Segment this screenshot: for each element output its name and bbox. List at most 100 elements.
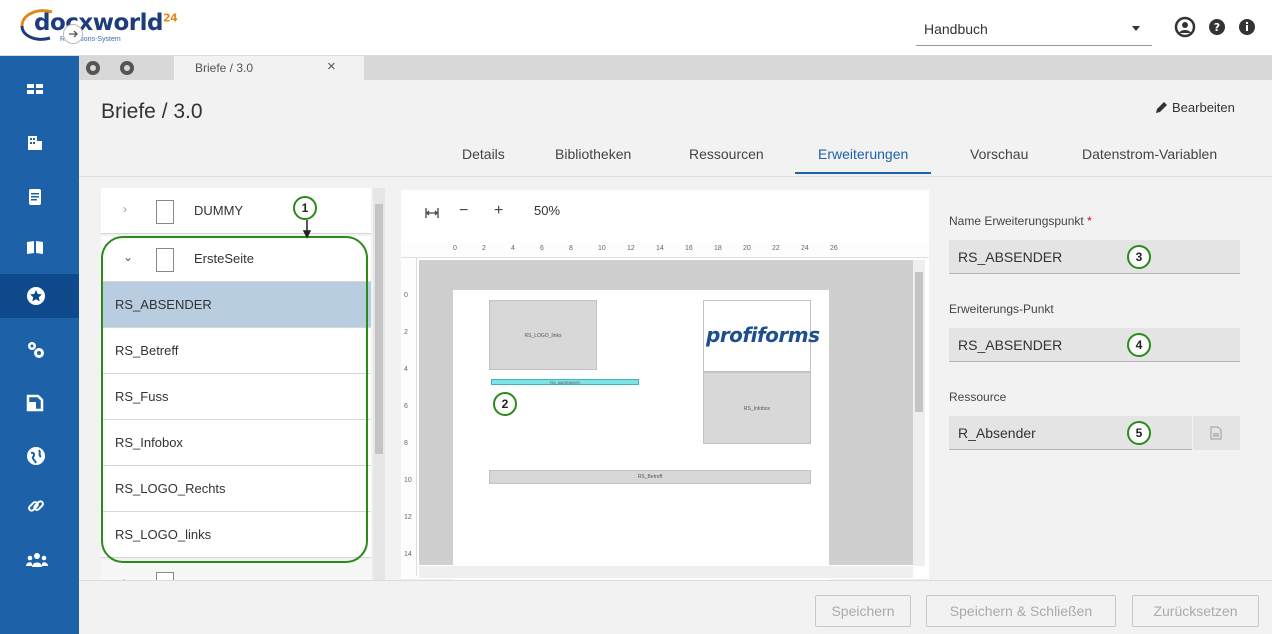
ruler-tick-label: 16 bbox=[685, 245, 693, 252]
fit-width-icon[interactable] bbox=[425, 208, 439, 218]
ruler-tick-label: 4 bbox=[404, 366, 408, 373]
reset-button[interactable]: Zurücksetzen bbox=[1132, 595, 1259, 627]
sidebar-item-globe[interactable] bbox=[0, 434, 79, 478]
ruler-tick-label: 8 bbox=[404, 440, 408, 447]
layout-preview: − + 50% 0 2 4 6 8 10 12 14 16 18 20 22 24 26 0 2 4 6 8 10 1… bbox=[401, 190, 929, 580]
save-and-close-button[interactable]: Speichern & Schließen bbox=[926, 595, 1116, 627]
save-button[interactable]: Speichern bbox=[815, 595, 911, 627]
sidebar-item-link[interactable] bbox=[0, 484, 79, 528]
zoom-out-button[interactable]: − bbox=[459, 202, 468, 220]
tree-scrollbar[interactable] bbox=[373, 188, 385, 581]
manual-select[interactable]: Handbuch bbox=[916, 12, 1152, 46]
resource-picker-button[interactable] bbox=[1193, 416, 1240, 450]
zoom-in-button[interactable]: + bbox=[494, 202, 503, 220]
sidebar-item-settings[interactable] bbox=[0, 328, 79, 372]
zoom-toolbar: − + 50% bbox=[401, 190, 929, 238]
placeholder-rs-logo-links[interactable]: RS_LOGO_links bbox=[489, 300, 597, 370]
ruler-tick-label: 10 bbox=[598, 245, 606, 252]
ruler-tick-label: 22 bbox=[772, 245, 780, 252]
tab-erweiterungen[interactable]: Erweiterungen bbox=[795, 146, 932, 174]
ruler-vertical: 0 2 4 6 8 10 12 14 bbox=[401, 258, 417, 576]
book-icon bbox=[27, 241, 43, 254]
users-icon bbox=[26, 553, 48, 567]
tab-briefe-label: Briefe / 3.0 bbox=[195, 61, 254, 75]
preview-scrollbar-thumb[interactable] bbox=[915, 272, 923, 412]
app-header: docxworld24 Redaktions-System Handbuch ? bbox=[0, 0, 1272, 56]
file-icon bbox=[1210, 426, 1222, 440]
sidebar-item-star[interactable] bbox=[0, 274, 79, 318]
resource-field-value: R_Absender bbox=[958, 425, 1036, 441]
ruler-tick-label: 8 bbox=[569, 245, 573, 252]
ruler-tick-label: 26 bbox=[830, 245, 838, 252]
ruler-tick-label: 0 bbox=[404, 292, 408, 299]
building-icon bbox=[28, 136, 42, 150]
dashboard-icon bbox=[27, 84, 43, 94]
ruler-tick-label: 0 bbox=[453, 245, 457, 252]
sidebar-item-document[interactable] bbox=[0, 176, 79, 220]
ruler-tick-label: 10 bbox=[404, 477, 412, 484]
profiforms-logo: profiforms bbox=[706, 323, 820, 347]
point-field[interactable]: RS_ABSENDER 4 bbox=[949, 328, 1240, 362]
sidebar-item-users[interactable] bbox=[0, 538, 79, 582]
tab-ressourcen[interactable]: Ressourcen bbox=[689, 146, 764, 174]
name-field[interactable]: RS_ABSENDER 3 bbox=[949, 240, 1240, 274]
docxworld-logo[interactable]: docxworld24 Redaktions-System bbox=[16, 6, 186, 50]
name-field-value: RS_ABSENDER bbox=[958, 249, 1063, 265]
page-title: Briefe / 3.0 bbox=[101, 100, 203, 123]
star-icon bbox=[27, 287, 45, 305]
ruler-horizontal: 0 2 4 6 8 10 12 14 16 18 20 22 24 26 bbox=[401, 242, 929, 258]
callout-5: 5 bbox=[1127, 421, 1151, 445]
tree-item-next[interactable]: › bbox=[101, 560, 371, 581]
tree-scrollbar-thumb[interactable] bbox=[375, 204, 383, 454]
placeholder-rs-absender[interactable]: RS_ABSENDER bbox=[491, 379, 639, 385]
sidebar bbox=[0, 56, 79, 634]
chevron-right-icon[interactable]: › bbox=[123, 202, 127, 216]
ruler-tick-label: 6 bbox=[404, 403, 408, 410]
ruler-tick-label: 2 bbox=[482, 245, 486, 252]
ruler-tick-label: 14 bbox=[404, 551, 412, 558]
placeholder-rs-logo-rechts[interactable]: profiforms bbox=[703, 300, 820, 372]
placeholder-rs-betreff[interactable]: RS_Betreff bbox=[489, 470, 811, 484]
tree-item-label: DUMMY bbox=[194, 203, 244, 218]
sidebar-expand-button[interactable] bbox=[63, 24, 83, 44]
tab-bibliotheken[interactable]: Bibliotheken bbox=[555, 146, 631, 174]
ruler-tick-label: 12 bbox=[627, 245, 635, 252]
extension-properties: Name Erweiterungspunkt * RS_ABSENDER 3 E… bbox=[929, 190, 1261, 579]
tab-details[interactable]: Details bbox=[462, 146, 505, 174]
callout-4: 4 bbox=[1127, 333, 1151, 357]
footer-divider bbox=[79, 580, 1272, 581]
svg-text:?: ? bbox=[1214, 21, 1220, 34]
info-icon[interactable] bbox=[1236, 16, 1258, 38]
preview-vertical-scrollbar[interactable] bbox=[913, 260, 925, 566]
help-icon[interactable]: ? bbox=[1206, 16, 1228, 38]
tab-datenstrom-variablen[interactable]: Datenstrom-Variablen bbox=[1082, 146, 1217, 174]
tree-item-dummy[interactable]: › DUMMY bbox=[101, 188, 371, 234]
tab-vorschau[interactable]: Vorschau bbox=[970, 146, 1028, 174]
page-icon bbox=[156, 200, 174, 224]
sidebar-item-dashboard[interactable] bbox=[0, 68, 79, 112]
settings-circle-icon[interactable] bbox=[86, 61, 100, 75]
gears-icon bbox=[28, 342, 44, 358]
tabs-divider bbox=[79, 176, 1272, 177]
ruler-tick-label: 14 bbox=[656, 245, 664, 252]
globe-icon bbox=[27, 447, 45, 465]
pages-icon bbox=[26, 394, 44, 412]
placeholder-rs-infobox[interactable]: RS_Infobox bbox=[703, 372, 811, 444]
zoom-level: 50% bbox=[534, 203, 561, 218]
preview-horizontal-scrollbar[interactable] bbox=[419, 566, 913, 578]
sidebar-item-buildings[interactable] bbox=[0, 122, 79, 166]
add-tab-icon[interactable] bbox=[120, 61, 134, 75]
resource-field[interactable]: R_Absender 5 bbox=[949, 416, 1192, 450]
ruler-tick-label: 4 bbox=[511, 245, 515, 252]
main-content: Briefe / 3.0 Bearbeiten Details Biblioth… bbox=[79, 80, 1272, 634]
sidebar-item-book[interactable] bbox=[0, 226, 79, 270]
edit-button[interactable]: Bearbeiten bbox=[1155, 100, 1235, 120]
sidebar-item-pages[interactable] bbox=[0, 382, 79, 426]
close-icon[interactable]: × bbox=[327, 58, 336, 75]
callout-arrow-icon bbox=[303, 220, 311, 239]
tab-briefe[interactable]: Briefe / 3.0 × bbox=[174, 56, 364, 80]
callout-3: 3 bbox=[1127, 245, 1151, 269]
ruler-tick-label: 24 bbox=[801, 245, 809, 252]
ruler-tick-label: 6 bbox=[540, 245, 544, 252]
user-account-icon[interactable] bbox=[1174, 16, 1196, 38]
